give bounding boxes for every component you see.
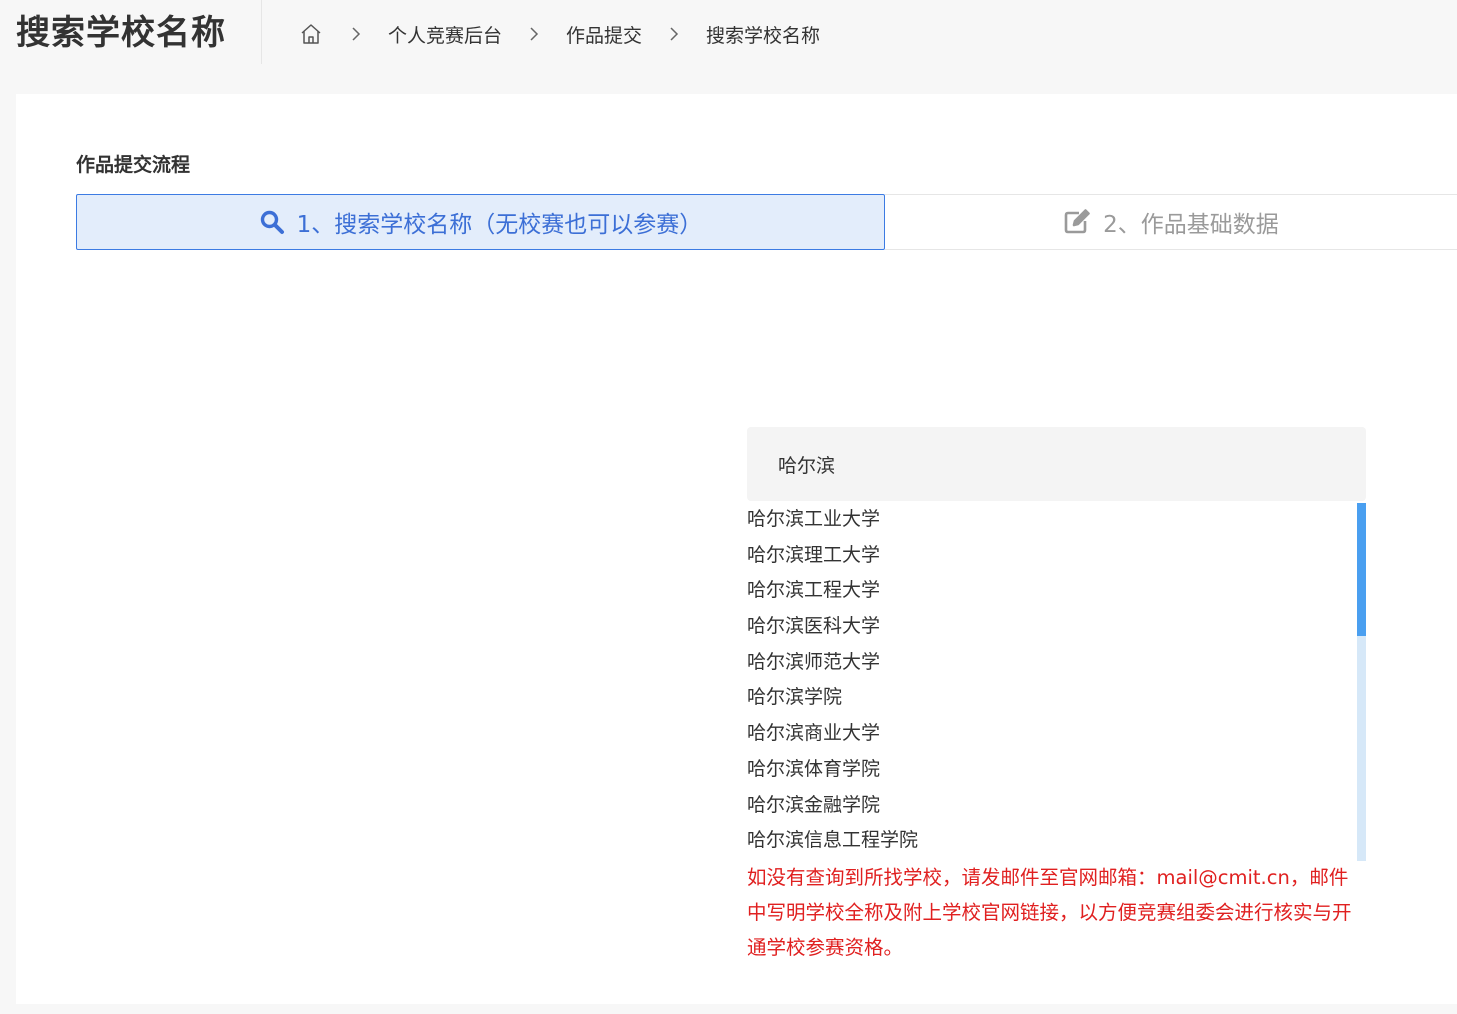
step-basic-data-label: 2、作品基础数据 <box>1103 212 1279 238</box>
section-label: 作品提交流程 <box>76 154 191 176</box>
content-card: 作品提交流程 1、搜索学校名称（无校赛也可以参赛） 2、作品基础数据 哈尔滨工业… <box>16 94 1457 1004</box>
title-divider <box>261 0 262 64</box>
result-item[interactable]: 哈尔滨学院 <box>747 679 1355 715</box>
edit-icon <box>1063 209 1091 235</box>
results-list: 哈尔滨工业大学 哈尔滨理工大学 哈尔滨工程大学 哈尔滨医科大学 哈尔滨师范大学 哈尔滨学院… <box>747 501 1355 858</box>
result-item[interactable]: 哈尔滨师范大学 <box>747 644 1355 680</box>
breadcrumb: 个人竞赛后台 作品提交 搜索学校名称 <box>298 18 820 50</box>
breadcrumb-item-current: 搜索学校名称 <box>706 24 821 47</box>
step-tabs: 1、搜索学校名称（无校赛也可以参赛） 2、作品基础数据 <box>76 194 1457 250</box>
top-bar: 搜索学校名称 个人竞赛后台 作品提交 搜索学校名称 <box>0 0 1457 70</box>
results-scrollbar[interactable] <box>1357 503 1366 861</box>
breadcrumb-item-contest-admin[interactable]: 个人竞赛后台 <box>388 21 502 48</box>
step-search-school[interactable]: 1、搜索学校名称（无校赛也可以参赛） <box>76 194 885 250</box>
result-item[interactable]: 哈尔滨医科大学 <box>747 608 1355 644</box>
school-results-dropdown: 哈尔滨工业大学 哈尔滨理工大学 哈尔滨工程大学 哈尔滨医科大学 哈尔滨师范大学 哈尔滨学院… <box>747 501 1366 862</box>
result-item[interactable]: 哈尔滨金融学院 <box>747 787 1355 823</box>
results-scrollbar-thumb[interactable] <box>1357 503 1366 636</box>
result-item[interactable]: 哈尔滨商业大学 <box>747 715 1355 751</box>
home-icon[interactable] <box>298 21 324 47</box>
chevron-right-icon <box>324 26 388 42</box>
school-search-input[interactable] <box>747 427 1366 501</box>
result-item[interactable]: 哈尔滨工业大学 <box>747 501 1355 537</box>
result-item[interactable]: 哈尔滨理工大学 <box>747 537 1355 573</box>
result-item[interactable]: 哈尔滨体育学院 <box>747 751 1355 787</box>
page-title: 搜索学校名称 <box>16 13 226 53</box>
step-search-school-label: 1、搜索学校名称（无校赛也可以参赛） <box>296 212 703 238</box>
search-icon <box>259 209 285 235</box>
result-item[interactable]: 哈尔滨工程大学 <box>747 572 1355 608</box>
step-basic-data[interactable]: 2、作品基础数据 <box>885 194 1457 250</box>
chevron-right-icon <box>502 26 566 42</box>
breadcrumb-item-submission[interactable]: 作品提交 <box>566 21 642 48</box>
result-item[interactable]: 哈尔滨信息工程学院 <box>747 822 1355 858</box>
missing-school-notice: 如没有查询到所找学校，请发邮件至官网邮箱：mail@cmit.cn，邮件中写明学… <box>747 866 1352 959</box>
chevron-right-icon <box>642 26 706 42</box>
